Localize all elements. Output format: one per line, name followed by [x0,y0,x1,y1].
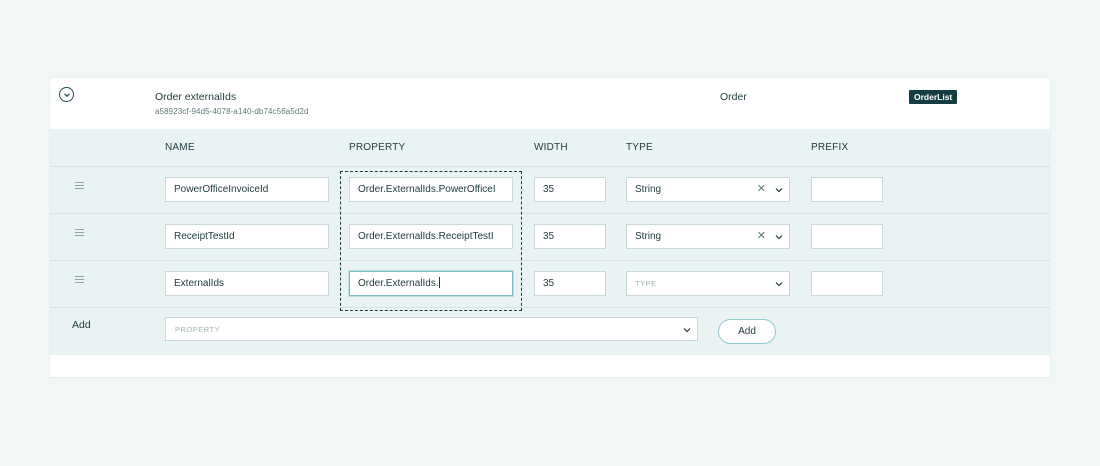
list-badge: OrderList [909,90,958,104]
column-header-width: WIDTH [534,142,568,153]
property-placeholder: PROPERTY [175,325,221,334]
column-header-prefix: PREFIX [811,142,849,153]
prefix-input[interactable] [811,177,883,202]
drag-handle-icon[interactable] [75,182,84,189]
prefix-input[interactable] [811,271,883,296]
type-value: String [635,231,662,242]
type-select[interactable]: String ✕ [626,224,790,249]
collapse-toggle[interactable] [59,87,74,102]
property-input-focused[interactable]: Order.ExternalIds. [349,271,513,296]
type-select[interactable]: TYPE [626,271,790,296]
type-select[interactable]: String ✕ [626,177,790,202]
header-divider [50,166,1050,167]
add-property-select[interactable]: PROPERTY [165,317,698,341]
clear-icon[interactable]: ✕ [757,225,766,248]
clear-icon[interactable]: ✕ [757,178,766,201]
type-value: String [635,184,662,195]
field-definition-card: Order externalIds a58923cf-94d5-4078-a14… [50,78,1050,377]
row-divider [50,260,1050,261]
add-row-label: Add [72,319,91,331]
name-input[interactable]: ExternalIds [165,271,329,296]
text-caret [438,277,440,288]
name-input[interactable]: ReceiptTestId [165,224,329,249]
property-input[interactable]: Order.ExternalIds.PowerOfficeI [349,177,513,202]
width-input[interactable]: 35 [534,224,606,249]
row-divider [50,307,1050,308]
record-header: Order externalIds a58923cf-94d5-4078-a14… [50,78,1050,129]
type-placeholder: TYPE [635,279,657,288]
width-input[interactable]: 35 [534,271,606,296]
fields-panel: NAME PROPERTY WIDTH TYPE PREFIX PowerOff… [50,129,1050,355]
prefix-input[interactable] [811,224,883,249]
property-value: Order.ExternalIds. [358,278,439,289]
chevron-down-icon [775,282,783,287]
row-divider [50,213,1050,214]
column-header-type: TYPE [626,142,653,153]
name-input[interactable]: PowerOfficeInvoiceId [165,177,329,202]
drag-handle-icon[interactable] [75,229,84,236]
column-header-name: NAME [165,142,195,153]
record-title: Order externalIds [155,91,237,103]
chevron-down-icon [775,235,783,240]
property-input[interactable]: Order.ExternalIds.ReceiptTestI [349,224,513,249]
chevron-down-icon [775,188,783,193]
chevron-down-icon [63,92,70,97]
column-header-property: PROPERTY [349,142,406,153]
chevron-down-icon [683,328,691,333]
drag-handle-icon[interactable] [75,276,84,283]
record-entity: Order [720,91,747,103]
record-guid: a58923cf-94d5-4078-a140-db74c56a5d2d [155,107,309,116]
width-input[interactable]: 35 [534,177,606,202]
add-button[interactable]: Add [718,319,776,344]
